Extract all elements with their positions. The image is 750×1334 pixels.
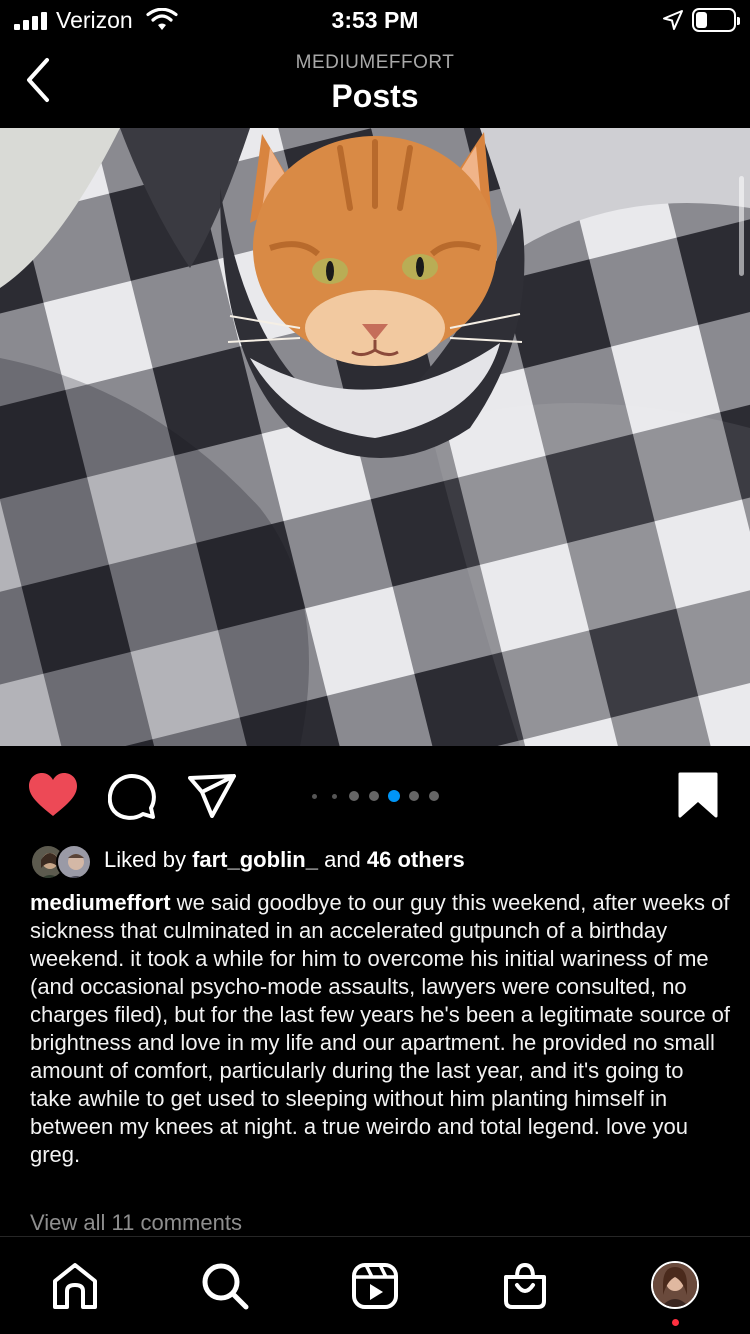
carousel-dot	[311, 793, 317, 799]
home-icon[interactable]	[50, 1261, 100, 1311]
page-title: Posts	[331, 78, 419, 114]
carousel-dot-active	[388, 790, 400, 802]
caption-text: we said goodbye to our guy this weekend,…	[30, 890, 731, 1167]
bottom-tab-bar	[0, 1236, 750, 1334]
header-username[interactable]: MEDIUMEFFORT	[0, 52, 750, 74]
profile-avatar[interactable]	[651, 1261, 699, 1309]
carousel-dot	[429, 791, 439, 801]
search-icon[interactable]	[200, 1261, 250, 1311]
comment-icon[interactable]	[108, 772, 156, 820]
bookmark-icon[interactable]	[676, 772, 720, 818]
posts-header: MEDIUMEFFORT Posts	[0, 40, 750, 128]
post-action-bar	[0, 746, 750, 846]
cat-in-blanket-image	[0, 128, 750, 746]
view-all-comments-link[interactable]: View all 11 comments	[30, 1210, 242, 1236]
likes-text: Liked by fart_goblin_ and 46 others	[104, 847, 465, 872]
heart-icon[interactable]	[28, 772, 78, 818]
likes-others-count[interactable]: 46 others	[367, 847, 465, 872]
notification-dot	[672, 1319, 679, 1326]
liker-avatar	[56, 844, 92, 880]
carousel-dot	[369, 791, 379, 801]
reels-icon[interactable]	[350, 1261, 400, 1311]
share-paper-plane-icon[interactable]	[188, 774, 236, 818]
scroll-indicator[interactable]	[739, 176, 744, 276]
shop-icon[interactable]	[500, 1261, 550, 1311]
caption-username[interactable]: mediumeffort	[30, 890, 171, 915]
location-arrow-icon	[663, 10, 683, 30]
status-bar: Verizon 3:53 PM	[0, 0, 750, 40]
carousel-indicator	[308, 790, 448, 802]
liker-username[interactable]: fart_goblin_	[192, 847, 318, 872]
post-caption: mediumeffort we said goodbye to our guy …	[30, 889, 730, 1169]
carousel-dot	[331, 793, 337, 799]
carousel-dot	[409, 791, 419, 801]
likes-summary[interactable]: Liked by fart_goblin_ and 46 others	[30, 844, 730, 880]
post-photo[interactable]	[0, 128, 750, 746]
battery-icon	[692, 8, 740, 32]
carousel-dot	[349, 791, 359, 801]
status-time: 3:53 PM	[331, 7, 419, 33]
